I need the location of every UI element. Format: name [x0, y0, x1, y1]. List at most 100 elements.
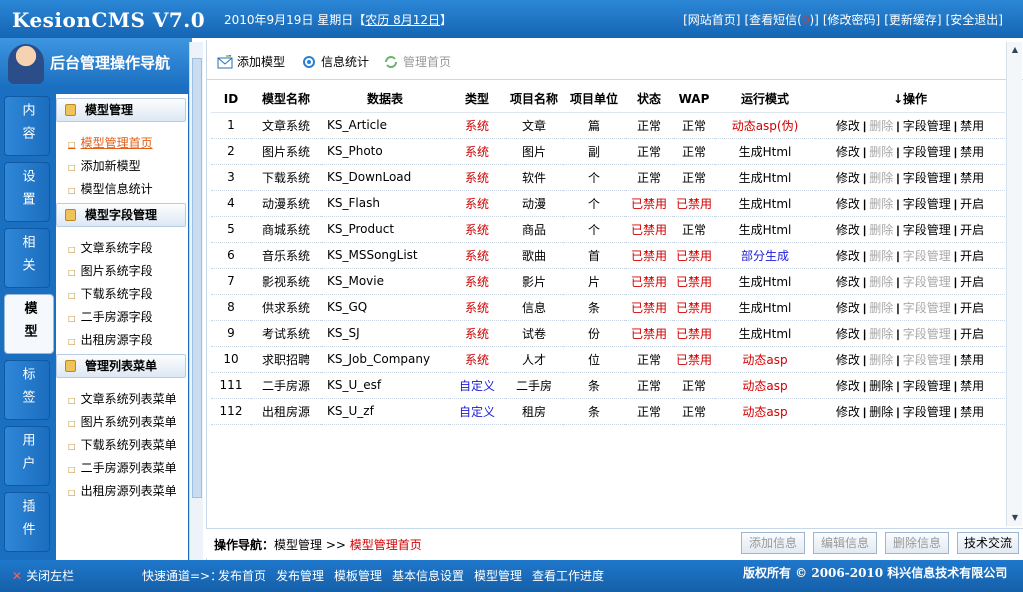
edit-link[interactable]: 修改	[836, 301, 860, 315]
field-manage-link[interactable]: 字段管理	[903, 301, 951, 315]
delete-link[interactable]: 删除	[869, 327, 893, 341]
delete-link[interactable]: 删除	[869, 275, 893, 289]
field-manage-link[interactable]: 字段管理	[903, 223, 951, 237]
group-model-management[interactable]: 模型管理	[56, 98, 186, 122]
tab-users[interactable]: 用户	[4, 426, 50, 486]
toggle-link[interactable]: 开启	[960, 275, 984, 289]
toggle-link[interactable]: 开启	[960, 197, 984, 211]
menu-item-article-list[interactable]: 文章系统列表菜单	[68, 390, 177, 407]
delete-link[interactable]: 删除	[869, 171, 893, 185]
logout-link[interactable]: [安全退出]	[946, 11, 1003, 28]
quick-link-work-progress[interactable]: 查看工作进度	[532, 567, 604, 584]
breadcrumb-model-link[interactable]: 模型管理	[274, 538, 322, 552]
messages-link[interactable]: [查看短信(0)]	[744, 11, 818, 28]
toggle-link[interactable]: 禁用	[960, 171, 984, 185]
edit-link[interactable]: 修改	[836, 171, 860, 185]
menu-item-esf-fields[interactable]: 二手房源字段	[68, 308, 153, 325]
edit-link[interactable]: 修改	[836, 379, 860, 393]
edit-link[interactable]: 修改	[836, 145, 860, 159]
edit-link[interactable]: 修改	[836, 353, 860, 367]
quick-link-template-manage[interactable]: 模板管理	[334, 567, 382, 584]
scroll-down-icon[interactable]: ▼	[1010, 513, 1020, 523]
field-manage-link[interactable]: 字段管理	[903, 171, 951, 185]
field-manage-link[interactable]: 字段管理	[903, 327, 951, 341]
toggle-link[interactable]: 禁用	[960, 119, 984, 133]
add-info-button[interactable]: 添加信息	[741, 532, 805, 554]
quick-link-model-manage[interactable]: 模型管理	[474, 567, 522, 584]
delete-link[interactable]: 删除	[869, 379, 893, 393]
toggle-link[interactable]: 开启	[960, 301, 984, 315]
menu-item-download-list[interactable]: 下载系统列表菜单	[68, 436, 177, 453]
menu-item-photo-list[interactable]: 图片系统列表菜单	[68, 413, 177, 430]
menu-item-model-home[interactable]: 模型管理首页	[68, 134, 153, 151]
cell-type: 系统	[449, 138, 505, 165]
field-manage-link[interactable]: 字段管理	[903, 353, 951, 367]
delete-link[interactable]: 删除	[869, 301, 893, 315]
edit-link[interactable]: 修改	[836, 327, 860, 341]
quick-link-publish-manage[interactable]: 发布管理	[276, 567, 324, 584]
menu-item-add-model[interactable]: 添加新模型	[68, 157, 141, 174]
menu-item-article-fields[interactable]: 文章系统字段	[68, 239, 153, 256]
scroll-up-icon[interactable]: ▲	[1010, 45, 1020, 55]
menu-item-model-stats[interactable]: 模型信息统计	[68, 180, 153, 197]
add-model-button[interactable]: 添加模型	[217, 53, 285, 70]
field-manage-link[interactable]: 字段管理	[903, 119, 951, 133]
tab-content[interactable]: 内容	[4, 96, 50, 156]
group-list-menu[interactable]: 管理列表菜单	[56, 354, 186, 378]
delete-info-button[interactable]: 删除信息	[885, 532, 949, 554]
field-manage-link[interactable]: 字段管理	[903, 145, 951, 159]
menu-item-photo-fields[interactable]: 图片系统字段	[68, 262, 153, 279]
edit-link[interactable]: 修改	[836, 405, 860, 419]
group-field-management[interactable]: 模型字段管理	[56, 203, 186, 227]
toggle-link[interactable]: 禁用	[960, 353, 984, 367]
scrollbar-thumb[interactable]	[192, 58, 202, 498]
delete-link[interactable]: 删除	[869, 353, 893, 367]
menu-item-zf-fields[interactable]: 出租房源字段	[68, 331, 153, 348]
refresh-cache-link[interactable]: [更新缓存]	[884, 11, 941, 28]
field-manage-link[interactable]: 字段管理	[903, 379, 951, 393]
menu-item-zf-list[interactable]: 出租房源列表菜单	[68, 482, 177, 499]
toggle-link[interactable]: 开启	[960, 327, 984, 341]
field-manage-link[interactable]: 字段管理	[903, 275, 951, 289]
tab-plugins[interactable]: 插件	[4, 492, 50, 552]
delete-link[interactable]: 删除	[869, 405, 893, 419]
tab-labels[interactable]: 标签	[4, 360, 50, 420]
toggle-link[interactable]: 禁用	[960, 379, 984, 393]
edit-link[interactable]: 修改	[836, 275, 860, 289]
change-password-link[interactable]: [修改密码]	[823, 11, 880, 28]
quick-link-publish-home[interactable]: 发布首页	[218, 567, 266, 584]
edit-info-button[interactable]: 编辑信息	[813, 532, 877, 554]
tab-settings[interactable]: 设置	[4, 162, 50, 222]
sidebar-scrollbar[interactable]	[189, 42, 203, 560]
delete-link[interactable]: 删除	[869, 223, 893, 237]
delete-link[interactable]: 删除	[869, 145, 893, 159]
toggle-link[interactable]: 禁用	[960, 145, 984, 159]
delete-link[interactable]: 删除	[869, 197, 893, 211]
toggle-link[interactable]: 开启	[960, 223, 984, 237]
delete-link[interactable]: 删除	[869, 119, 893, 133]
close-sidebar-button[interactable]: ✕ 关闭左栏	[12, 567, 74, 584]
menu-item-esf-list[interactable]: 二手房源列表菜单	[68, 459, 177, 476]
main-scrollbar[interactable]: ▲ ▼	[1006, 42, 1022, 526]
toggle-link[interactable]: 开启	[960, 249, 984, 263]
toggle-link[interactable]: 禁用	[960, 405, 984, 419]
top-links: [网站首页] [查看短信(0)] [修改密码] [更新缓存] [安全退出]	[683, 11, 1003, 28]
tab-model[interactable]: 模型	[4, 294, 54, 354]
delete-link[interactable]: 删除	[869, 249, 893, 263]
tech-exchange-button[interactable]: 技术交流	[957, 532, 1019, 554]
cell-mode: 生成Html	[715, 138, 815, 165]
stats-button[interactable]: 信息统计	[301, 53, 369, 70]
lunar-date-link[interactable]: 农历 8月12日	[365, 13, 440, 27]
site-home-link[interactable]: [网站首页]	[683, 11, 740, 28]
manage-home-button[interactable]: 管理首页	[383, 53, 451, 70]
menu-item-download-fields[interactable]: 下载系统字段	[68, 285, 153, 302]
edit-link[interactable]: 修改	[836, 197, 860, 211]
quick-link-basic-settings[interactable]: 基本信息设置	[392, 567, 464, 584]
tab-related[interactable]: 相关	[4, 228, 50, 288]
field-manage-link[interactable]: 字段管理	[903, 405, 951, 419]
edit-link[interactable]: 修改	[836, 119, 860, 133]
field-manage-link[interactable]: 字段管理	[903, 249, 951, 263]
field-manage-link[interactable]: 字段管理	[903, 197, 951, 211]
edit-link[interactable]: 修改	[836, 249, 860, 263]
edit-link[interactable]: 修改	[836, 223, 860, 237]
